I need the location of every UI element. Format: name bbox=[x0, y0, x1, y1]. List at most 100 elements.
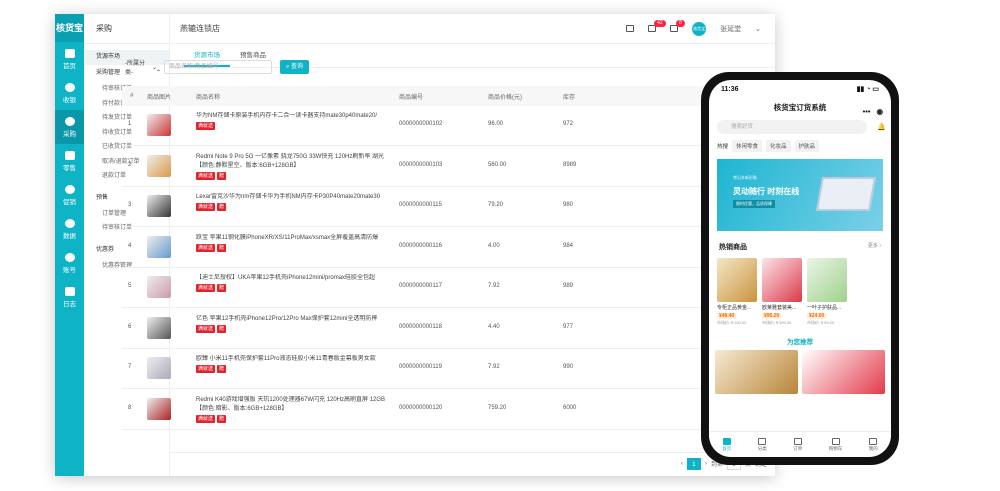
product-price: 79.20 bbox=[488, 202, 504, 208]
nav-orders[interactable]: 订单 bbox=[793, 437, 802, 452]
search-input[interactable]: 商品名称/商品编号 bbox=[164, 60, 272, 74]
rail-item-purchase[interactable]: 采购 bbox=[55, 110, 84, 144]
chevron-down-icon[interactable]: ⌄ bbox=[755, 25, 761, 33]
rail-item-data[interactable]: 数据 bbox=[55, 212, 84, 246]
promo-tag: 赠 bbox=[217, 243, 227, 252]
monitor-icon[interactable] bbox=[626, 25, 635, 32]
tag-line: 满就送赠 bbox=[196, 171, 388, 180]
rail-item-cashier[interactable]: 收银 bbox=[55, 76, 84, 110]
search-button[interactable]: ⌕ 查询 bbox=[280, 60, 310, 74]
next-page-icon[interactable]: › bbox=[705, 461, 707, 467]
cart-icon[interactable]: 8 bbox=[670, 20, 685, 32]
product-name[interactable]: Redmi Note 9 Pro 5G 一亿像素 骁龙750G 33W快充 12… bbox=[196, 153, 388, 180]
phone-mockup: 11:36 ▮▮ ◔ ▭ 核货宝订货系统 ••• ◉ 搜索好货 🔔 热搜 休闲零食 化… bbox=[701, 72, 899, 465]
nav-cart[interactable]: 购物车 bbox=[829, 437, 842, 452]
user-icon bbox=[64, 252, 75, 262]
promo-tag: 赠 bbox=[217, 284, 227, 292]
product-thumbnail[interactable] bbox=[147, 316, 171, 339]
hot-chip[interactable]: 护肤品 bbox=[794, 140, 820, 152]
tag-line: 满就送赠 bbox=[196, 324, 388, 333]
avatar[interactable]: 核货宝 bbox=[692, 21, 707, 36]
more-link[interactable]: 更多 › bbox=[868, 242, 881, 252]
rail-item-account[interactable]: 账号 bbox=[55, 246, 84, 280]
cart-badge: 8 bbox=[676, 20, 685, 27]
more-icon[interactable]: ••• bbox=[863, 102, 871, 122]
user-name[interactable]: 张延堂 bbox=[720, 24, 741, 34]
product-thumbnail[interactable] bbox=[147, 357, 171, 379]
hot-chip[interactable]: 化妆品 bbox=[766, 140, 791, 152]
home-icon bbox=[722, 437, 731, 445]
bell-icon[interactable]: 🔔 bbox=[877, 123, 886, 131]
product-name[interactable]: 【迪士尼授权】UKA苹果12手机壳iPhone12mini/promax硅胶全包… bbox=[196, 274, 388, 292]
product-thumbnail[interactable] bbox=[147, 195, 171, 217]
product-stock: 8989 bbox=[563, 161, 577, 168]
rail-item-log[interactable]: 日志 bbox=[55, 280, 84, 314]
rail-item-home[interactable]: 首页 bbox=[55, 42, 84, 76]
product-stock: 990 bbox=[563, 364, 574, 370]
name-line: Lexar雷克沙华为nm存储卡华为手机NM内存卡P30P40mate20mate… bbox=[196, 194, 381, 200]
row-index: 2 bbox=[128, 161, 132, 168]
promo-tag: 满就送 bbox=[196, 324, 216, 333]
product-name[interactable]: Lexar雷克沙华为nm存储卡华为手机NM内存卡P30P40mate20mate… bbox=[196, 193, 388, 211]
product-name[interactable]: 跃宝 苹果11钢化膜iPhoneXR/XS/11ProMax/xsmax全屏覆盖… bbox=[196, 234, 388, 252]
tag-line: 满就送赠 bbox=[196, 365, 388, 373]
rail-label: 首页 bbox=[63, 62, 76, 70]
promo-banner[interactable]: 常记本新形象 灵动随行 时刻在线 限时优惠，品质保障 bbox=[717, 159, 883, 231]
product-stock: 6000 bbox=[563, 404, 577, 411]
grid-icon bbox=[758, 437, 767, 445]
product-thumbnail[interactable] bbox=[147, 235, 171, 258]
product-name[interactable]: 华为NM存储卡原装手机内存卡二合一读卡器支持mate30p40mate20/满就… bbox=[196, 112, 388, 130]
product-price: 4.00 bbox=[488, 242, 500, 249]
rail-item-retail[interactable]: 零售 bbox=[55, 144, 84, 178]
product-name[interactable]: Redmi K40游戏增强版 天玑1200处理器67W闪充 120Hz高刷直屏 … bbox=[196, 396, 388, 423]
clock: 11:36 bbox=[721, 85, 739, 93]
name-line: Redmi K40游戏增强版 天玑1200处理器67W闪充 120Hz高刷直屏 … bbox=[196, 396, 386, 403]
promo-tag: 赠 bbox=[217, 203, 227, 211]
close-capsule-icon[interactable]: ◉ bbox=[876, 102, 883, 122]
product-thumbnail[interactable] bbox=[147, 397, 171, 420]
nav-home[interactable]: 首页 bbox=[722, 437, 731, 452]
tag-line: 满就送赠 bbox=[196, 414, 388, 423]
section-title: 热销商品 bbox=[719, 244, 747, 251]
product-code: 0000000000117 bbox=[399, 283, 442, 289]
col-stock: 库存 bbox=[563, 94, 576, 101]
name-spec: 【颜色:暗影、版本:6GB+128GB】 bbox=[196, 405, 288, 412]
recommend-image[interactable] bbox=[802, 350, 885, 394]
recommend-title: 为您推荐 bbox=[787, 339, 813, 346]
name-line: 跃宝 苹果11钢化膜iPhoneXR/XS/11ProMax/xsmax全屏覆盖… bbox=[196, 234, 379, 241]
product-price: 560.00 bbox=[488, 161, 507, 168]
name-spec: 【颜色:静默星空、版本:6GB+128GB】 bbox=[196, 162, 300, 169]
page-number[interactable]: 1 bbox=[686, 457, 701, 470]
col-code: 商品编号 bbox=[399, 94, 424, 101]
select-label: -所属分类- bbox=[125, 61, 145, 76]
rail-label: 促销 bbox=[63, 198, 76, 206]
product-thumbnail[interactable] bbox=[147, 154, 171, 177]
product-card[interactable]: 一叶子护肤品... ¥24.00 市场价:￥99.00 bbox=[807, 258, 847, 326]
hot-label: 热搜 bbox=[717, 144, 729, 150]
product-name[interactable]: 欧臻 小米11手机壳保护套11Pro液态硅胶小米11青春版金幕板男女款 满就送赠 bbox=[196, 355, 388, 373]
rail-item-promo[interactable]: 促销 bbox=[55, 178, 84, 212]
product-thumbnail[interactable] bbox=[147, 114, 171, 136]
prev-page-icon[interactable]: ‹ bbox=[681, 461, 683, 467]
phone-search-input[interactable]: 搜索好货 bbox=[717, 120, 867, 134]
product-thumbnail[interactable] bbox=[147, 276, 171, 298]
hot-products-header: 热销商品 更多 › bbox=[709, 234, 891, 256]
nav-mine[interactable]: 我的 bbox=[869, 437, 878, 452]
row-index: 5 bbox=[128, 283, 132, 289]
signal-battery-icon: ▮▮ ◔ ▭ bbox=[856, 86, 879, 93]
nav-category[interactable]: 分类 bbox=[758, 437, 767, 452]
bell-icon[interactable]: 42 bbox=[648, 20, 666, 32]
product-price: 7.92 bbox=[488, 364, 500, 370]
table-row: 3 Lexar雷克沙华为nm存储卡华为手机NM内存卡P30P40mate20ma… bbox=[122, 187, 722, 227]
laptop-image bbox=[816, 177, 876, 211]
product-card[interactable]: 专柜正品黄金... ¥48.40 市场价:￥150.00 bbox=[717, 258, 757, 326]
page-title: 燕辘连锁店 bbox=[180, 24, 220, 33]
product-card[interactable]: 欧莱雅套装美... ¥95.20 市场价:￥399.00 bbox=[762, 258, 802, 326]
row-index: 3 bbox=[128, 202, 132, 208]
category-select[interactable]: -所属分类- ⌄ bbox=[122, 60, 160, 76]
product-price: ¥24.00 bbox=[807, 313, 827, 319]
product-price: 96.00 bbox=[488, 121, 504, 127]
hot-chip[interactable]: 休闲零食 bbox=[732, 140, 763, 152]
product-name[interactable]: 亿色 苹果12手机壳iPhone12Pro/12Pro Max保护套12mini… bbox=[196, 315, 388, 333]
recommend-image[interactable] bbox=[715, 350, 798, 394]
